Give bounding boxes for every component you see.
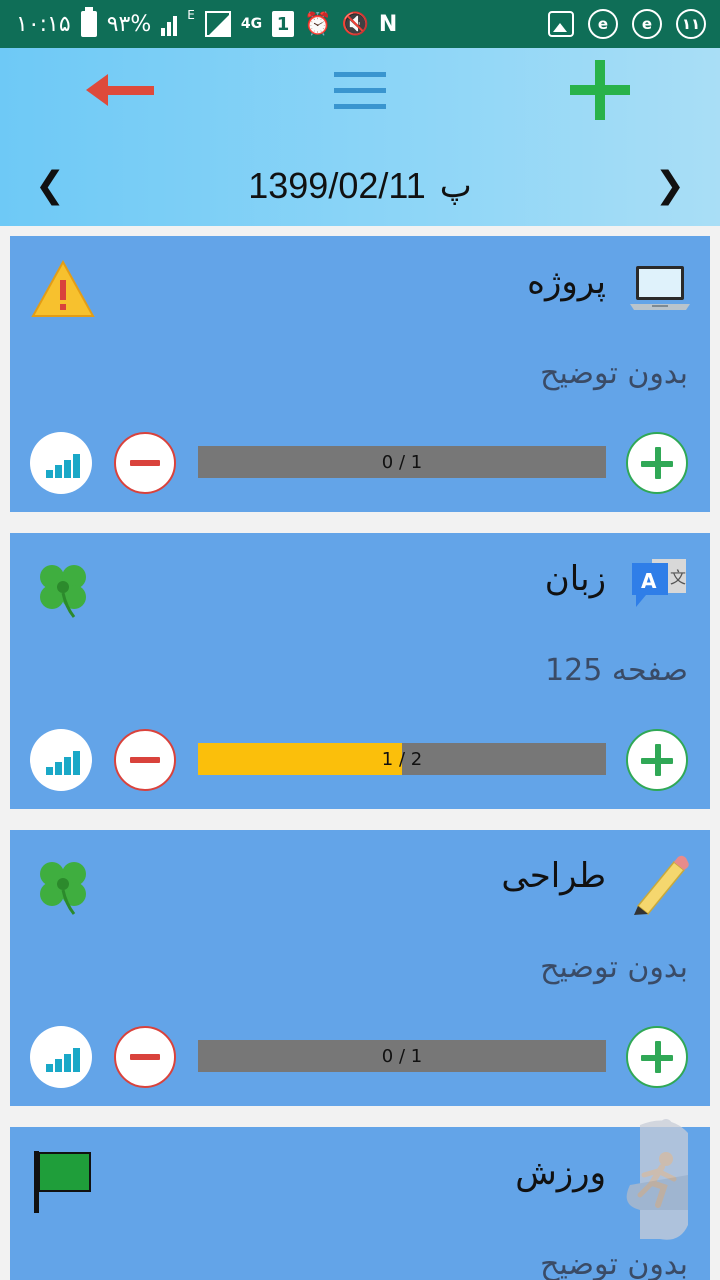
task-card[interactable]: پروژه بدون توضیح 0 / 1 [10, 236, 710, 512]
sim-slot-icon: 1 [272, 11, 295, 37]
progress-bar: 0 / 1 [198, 1040, 606, 1072]
battery-level: ۹۳% [106, 11, 152, 37]
laptop-icon [628, 258, 692, 322]
warning-icon [30, 258, 96, 324]
card-description: بدون توضیح [540, 356, 688, 391]
stats-chart-icon[interactable] [30, 1026, 92, 1088]
card-title: طراحی [501, 856, 606, 896]
progress-bar: 1 / 2 [198, 743, 606, 775]
increment-button[interactable] [626, 729, 688, 791]
card-description: بدون توضیح [540, 1247, 688, 1280]
card-title: زبان [544, 559, 606, 599]
gallery-icon [548, 11, 574, 37]
progress-label: 1 / 2 [381, 748, 423, 770]
card-description: بدون توضیح [540, 950, 688, 985]
date-text: 1399/02/11 [248, 165, 426, 206]
task-card[interactable]: ورزش بدون توضیح [10, 1127, 710, 1280]
day-letter: پ [439, 166, 472, 206]
network-type: 4G [240, 16, 263, 32]
next-day-button[interactable]: ❯ [650, 158, 690, 212]
hamburger-menu-icon[interactable] [330, 70, 390, 110]
task-card[interactable]: طراحی بدون توضیح 0 / 1 [10, 830, 710, 1106]
add-plus-icon[interactable] [568, 58, 632, 122]
mute-icon: 🔇 [341, 11, 369, 37]
progress-label: 0 / 1 [381, 1045, 423, 1067]
signal-box-icon [204, 11, 231, 37]
increment-button[interactable] [626, 432, 688, 494]
decrement-button[interactable] [114, 729, 176, 791]
decrement-button[interactable] [114, 432, 176, 494]
progress-label: 0 / 1 [381, 451, 423, 473]
green-flag-icon [30, 1149, 96, 1215]
card-title: پروژه [527, 262, 606, 302]
prev-day-button[interactable]: ❮ [30, 158, 70, 212]
translate-icon: A 文 [628, 555, 692, 619]
clover-icon [30, 555, 96, 621]
status-bar: ۱۰:۱۵ ۹۳% E 4G 1 ⏰ 🔇 N e e ۱۱ [0, 0, 720, 48]
status-left-group: ۱۰:۱۵ ۹۳% E 4G 1 ⏰ 🔇 N [16, 0, 397, 48]
card-title: ورزش [515, 1153, 606, 1193]
alarm-icon: ⏰ [304, 11, 332, 37]
progress-bar: 0 / 1 [198, 446, 606, 478]
card-description: صفحه 125 [545, 653, 688, 688]
pencil-icon [628, 852, 692, 916]
browser-e-icon: e [632, 9, 662, 39]
nfc-icon: N [378, 11, 398, 37]
browser-e-icon: e [588, 9, 618, 39]
decrement-button[interactable] [114, 1026, 176, 1088]
date-display[interactable]: 1399/02/11 پ [160, 156, 560, 216]
svg-text:文: 文 [670, 568, 686, 587]
clover-icon [30, 852, 96, 918]
status-time: ۱۰:۱۵ [16, 11, 71, 37]
status-right-group: e e ۱۱ [548, 0, 706, 48]
stats-chart-icon[interactable] [30, 729, 92, 791]
network-letter: E [187, 8, 195, 22]
battery-icon [80, 7, 97, 37]
app-store-watermark-icon [610, 1115, 720, 1245]
increment-button[interactable] [626, 1026, 688, 1088]
svg-text:A: A [641, 569, 657, 593]
notification-count-badge: ۱۱ [676, 9, 706, 39]
back-arrow-icon[interactable] [80, 70, 160, 110]
signal-icon [161, 12, 178, 36]
stats-chart-icon[interactable] [30, 432, 92, 494]
task-card[interactable]: A 文 زبان صفحه 125 1 / 2 [10, 533, 710, 809]
app-header: ❮ 1399/02/11 پ ❯ [0, 48, 720, 226]
